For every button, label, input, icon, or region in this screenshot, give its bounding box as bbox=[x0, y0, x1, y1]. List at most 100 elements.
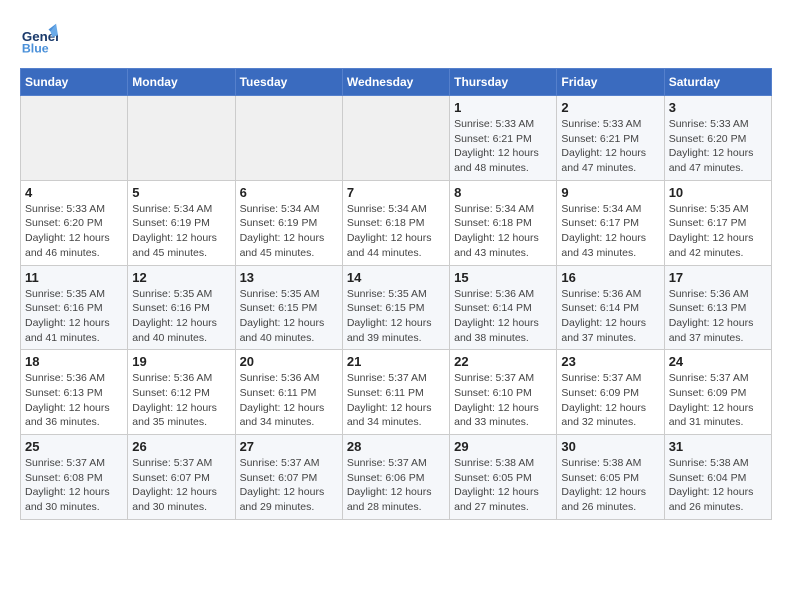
weekday-header-friday: Friday bbox=[557, 69, 664, 96]
logo: General Blue bbox=[20, 20, 58, 58]
logo-icon: General Blue bbox=[20, 20, 58, 58]
week-row-4: 18 Sunrise: 5:36 AM Sunset: 6:13 PM Dayli… bbox=[21, 350, 772, 435]
day-info: Sunrise: 5:37 AM Sunset: 6:09 PM Dayligh… bbox=[561, 371, 659, 430]
calendar-table: SundayMondayTuesdayWednesdayThursdayFrid… bbox=[20, 68, 772, 520]
day-number: 21 bbox=[347, 354, 445, 369]
day-cell: 2Sunrise: 5:33 AM Sunset: 6:21 PM Daylig… bbox=[557, 96, 664, 181]
calendar-body: 1 Sunrise: 5:33 AM Sunset: 6:21 PM Daylig… bbox=[21, 96, 772, 520]
day-number: 27 bbox=[240, 439, 338, 454]
day-cell: 20Sunrise: 5:36 AM Sunset: 6:11 PM Dayli… bbox=[235, 350, 342, 435]
day-cell: 23 Sunrise: 5:37 AM Sunset: 6:09 PM Dayli… bbox=[557, 350, 664, 435]
day-info: Sunrise: 5:37 AM Sunset: 6:09 PM Dayligh… bbox=[669, 371, 767, 430]
day-cell: 19 Sunrise: 5:36 AM Sunset: 6:12 PM Dayli… bbox=[128, 350, 235, 435]
weekday-header-tuesday: Tuesday bbox=[235, 69, 342, 96]
day-number: 9 bbox=[561, 185, 659, 200]
day-cell: 7 Sunrise: 5:34 AM Sunset: 6:18 PM Daylig… bbox=[342, 180, 449, 265]
day-info: Sunrise: 5:33 AM Sunset: 6:20 PM Dayligh… bbox=[669, 117, 767, 176]
day-cell: 22Sunrise: 5:37 AM Sunset: 6:10 PM Dayli… bbox=[450, 350, 557, 435]
day-info: Sunrise: 5:34 AM Sunset: 6:18 PM Dayligh… bbox=[454, 202, 552, 261]
day-info: Sunrise: 5:36 AM Sunset: 6:12 PM Dayligh… bbox=[132, 371, 230, 430]
day-cell bbox=[342, 96, 449, 181]
day-info: Sunrise: 5:37 AM Sunset: 6:07 PM Dayligh… bbox=[132, 456, 230, 515]
weekday-header-thursday: Thursday bbox=[450, 69, 557, 96]
day-info: Sunrise: 5:35 AM Sunset: 6:16 PM Dayligh… bbox=[25, 287, 123, 346]
day-cell: 10 Sunrise: 5:35 AM Sunset: 6:17 PM Dayli… bbox=[664, 180, 771, 265]
day-number: 24 bbox=[669, 354, 767, 369]
day-cell: 12 Sunrise: 5:35 AM Sunset: 6:16 PM Dayli… bbox=[128, 265, 235, 350]
day-number: 3 bbox=[669, 100, 767, 115]
day-cell: 18 Sunrise: 5:36 AM Sunset: 6:13 PM Dayli… bbox=[21, 350, 128, 435]
day-cell: 29 Sunrise: 5:38 AM Sunset: 6:05 PM Dayli… bbox=[450, 435, 557, 520]
day-cell: 5Sunrise: 5:34 AM Sunset: 6:19 PM Daylig… bbox=[128, 180, 235, 265]
day-cell: 24 Sunrise: 5:37 AM Sunset: 6:09 PM Dayli… bbox=[664, 350, 771, 435]
day-number: 6 bbox=[240, 185, 338, 200]
day-number: 14 bbox=[347, 270, 445, 285]
day-number: 17 bbox=[669, 270, 767, 285]
weekday-header-monday: Monday bbox=[128, 69, 235, 96]
day-info: Sunrise: 5:38 AM Sunset: 6:05 PM Dayligh… bbox=[561, 456, 659, 515]
day-info: Sunrise: 5:37 AM Sunset: 6:08 PM Dayligh… bbox=[25, 456, 123, 515]
day-info: Sunrise: 5:34 AM Sunset: 6:18 PM Dayligh… bbox=[347, 202, 445, 261]
day-info: Sunrise: 5:36 AM Sunset: 6:13 PM Dayligh… bbox=[25, 371, 123, 430]
day-cell: 1 Sunrise: 5:33 AM Sunset: 6:21 PM Daylig… bbox=[450, 96, 557, 181]
day-number: 10 bbox=[669, 185, 767, 200]
day-info: Sunrise: 5:35 AM Sunset: 6:15 PM Dayligh… bbox=[240, 287, 338, 346]
day-cell bbox=[235, 96, 342, 181]
day-number: 26 bbox=[132, 439, 230, 454]
day-info: Sunrise: 5:34 AM Sunset: 6:17 PM Dayligh… bbox=[561, 202, 659, 261]
day-number: 23 bbox=[561, 354, 659, 369]
day-cell: 14 Sunrise: 5:35 AM Sunset: 6:15 PM Dayli… bbox=[342, 265, 449, 350]
day-number: 28 bbox=[347, 439, 445, 454]
day-info: Sunrise: 5:35 AM Sunset: 6:15 PM Dayligh… bbox=[347, 287, 445, 346]
day-number: 29 bbox=[454, 439, 552, 454]
day-cell: 15 Sunrise: 5:36 AM Sunset: 6:14 PM Dayli… bbox=[450, 265, 557, 350]
day-info: Sunrise: 5:37 AM Sunset: 6:11 PM Dayligh… bbox=[347, 371, 445, 430]
day-number: 13 bbox=[240, 270, 338, 285]
day-cell bbox=[128, 96, 235, 181]
day-number: 20 bbox=[240, 354, 338, 369]
day-number: 2 bbox=[561, 100, 659, 115]
day-info: Sunrise: 5:36 AM Sunset: 6:14 PM Dayligh… bbox=[561, 287, 659, 346]
day-number: 12 bbox=[132, 270, 230, 285]
day-cell: 31 Sunrise: 5:38 AM Sunset: 6:04 PM Dayli… bbox=[664, 435, 771, 520]
day-info: Sunrise: 5:33 AM Sunset: 6:21 PM Dayligh… bbox=[454, 117, 552, 176]
day-info: Sunrise: 5:36 AM Sunset: 6:14 PM Dayligh… bbox=[454, 287, 552, 346]
day-number: 16 bbox=[561, 270, 659, 285]
day-number: 8 bbox=[454, 185, 552, 200]
day-cell: 11 Sunrise: 5:35 AM Sunset: 6:16 PM Dayli… bbox=[21, 265, 128, 350]
day-number: 4 bbox=[25, 185, 123, 200]
day-number: 18 bbox=[25, 354, 123, 369]
week-row-2: 4Sunrise: 5:33 AM Sunset: 6:20 PM Daylig… bbox=[21, 180, 772, 265]
day-number: 5 bbox=[132, 185, 230, 200]
day-info: Sunrise: 5:36 AM Sunset: 6:13 PM Dayligh… bbox=[669, 287, 767, 346]
day-cell: 9 Sunrise: 5:34 AM Sunset: 6:17 PM Daylig… bbox=[557, 180, 664, 265]
day-number: 1 bbox=[454, 100, 552, 115]
day-cell: 26 Sunrise: 5:37 AM Sunset: 6:07 PM Dayli… bbox=[128, 435, 235, 520]
day-number: 11 bbox=[25, 270, 123, 285]
day-cell bbox=[21, 96, 128, 181]
day-cell: 8 Sunrise: 5:34 AM Sunset: 6:18 PM Daylig… bbox=[450, 180, 557, 265]
day-info: Sunrise: 5:34 AM Sunset: 6:19 PM Dayligh… bbox=[240, 202, 338, 261]
header: General Blue bbox=[20, 20, 772, 58]
weekday-row: SundayMondayTuesdayWednesdayThursdayFrid… bbox=[21, 69, 772, 96]
day-info: Sunrise: 5:37 AM Sunset: 6:06 PM Dayligh… bbox=[347, 456, 445, 515]
day-number: 7 bbox=[347, 185, 445, 200]
day-cell: 4Sunrise: 5:33 AM Sunset: 6:20 PM Daylig… bbox=[21, 180, 128, 265]
day-cell: 6 Sunrise: 5:34 AM Sunset: 6:19 PM Daylig… bbox=[235, 180, 342, 265]
day-info: Sunrise: 5:38 AM Sunset: 6:05 PM Dayligh… bbox=[454, 456, 552, 515]
day-cell: 3 Sunrise: 5:33 AM Sunset: 6:20 PM Daylig… bbox=[664, 96, 771, 181]
day-cell: 13 Sunrise: 5:35 AM Sunset: 6:15 PM Dayli… bbox=[235, 265, 342, 350]
day-info: Sunrise: 5:35 AM Sunset: 6:17 PM Dayligh… bbox=[669, 202, 767, 261]
day-number: 19 bbox=[132, 354, 230, 369]
day-number: 30 bbox=[561, 439, 659, 454]
day-number: 22 bbox=[454, 354, 552, 369]
svg-text:Blue: Blue bbox=[22, 41, 49, 55]
weekday-header-wednesday: Wednesday bbox=[342, 69, 449, 96]
week-row-5: 25Sunrise: 5:37 AM Sunset: 6:08 PM Dayli… bbox=[21, 435, 772, 520]
weekday-header-saturday: Saturday bbox=[664, 69, 771, 96]
day-number: 15 bbox=[454, 270, 552, 285]
day-cell: 21 Sunrise: 5:37 AM Sunset: 6:11 PM Dayli… bbox=[342, 350, 449, 435]
day-info: Sunrise: 5:35 AM Sunset: 6:16 PM Dayligh… bbox=[132, 287, 230, 346]
day-info: Sunrise: 5:38 AM Sunset: 6:04 PM Dayligh… bbox=[669, 456, 767, 515]
day-number: 31 bbox=[669, 439, 767, 454]
